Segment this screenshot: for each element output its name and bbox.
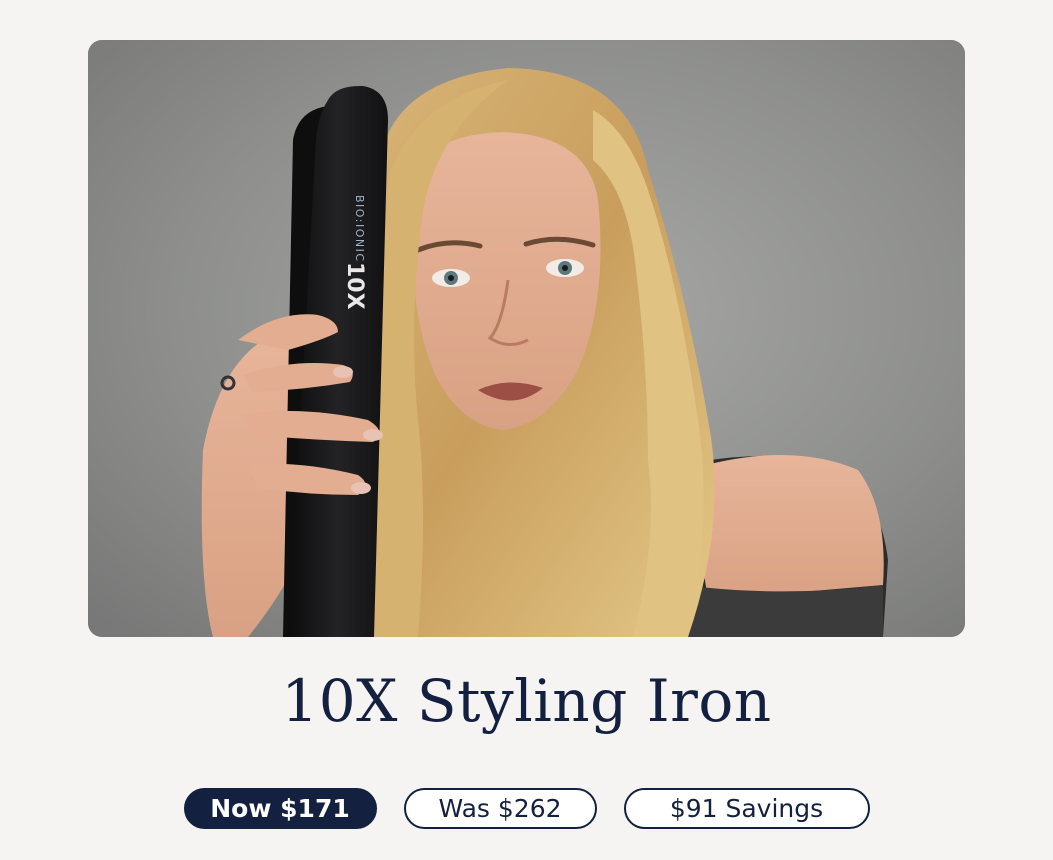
- price-pills: Now $171 Was $262 $91 Savings: [0, 788, 1053, 829]
- product-title: 10X Styling Iron: [281, 667, 772, 735]
- svg-text:10X: 10X: [342, 262, 367, 310]
- savings-badge: $91 Savings: [623, 788, 870, 829]
- now-price-badge: Now $171: [183, 788, 377, 829]
- was-price-badge: Was $262: [403, 788, 597, 829]
- hero-photo: BIO:IONIC 10X: [88, 40, 965, 637]
- svg-text:BIO:IONIC: BIO:IONIC: [353, 195, 366, 263]
- product-hero-image: BIO:IONIC 10X: [88, 40, 965, 637]
